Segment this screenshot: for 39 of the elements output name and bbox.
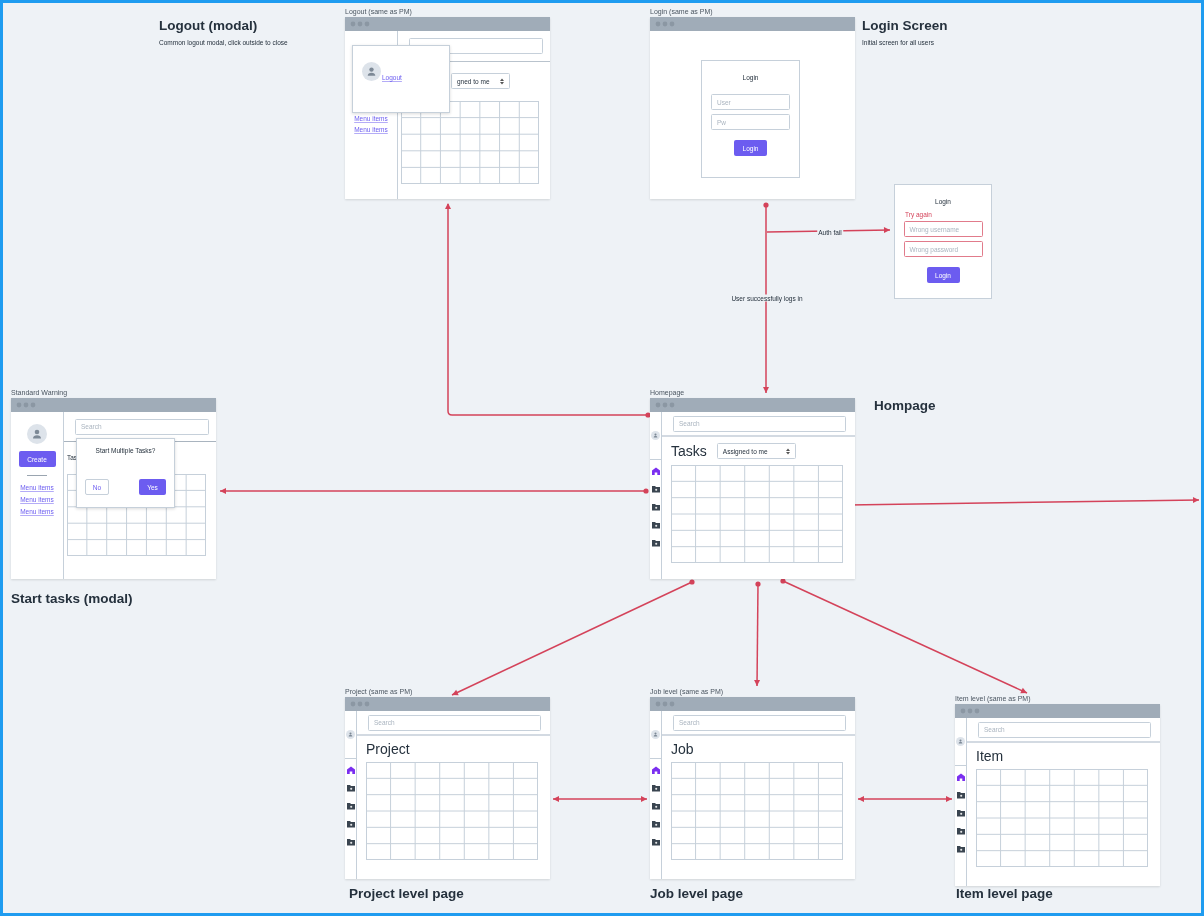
page-heading: Item [976,749,1004,763]
home-icon[interactable] [956,773,965,781]
home-icon[interactable] [651,467,660,475]
folder-icon[interactable] [956,845,965,853]
folder-icon[interactable] [956,809,965,817]
home-icon[interactable] [651,766,660,774]
folder-icon[interactable] [651,784,660,792]
folder-icon[interactable] [651,820,660,828]
avatar-icon [956,737,965,746]
screen-title: Logout (modal) [159,18,259,33]
avatar-icon [346,730,355,739]
folder-icon[interactable] [651,539,660,547]
screen-title: Project level page [349,886,464,901]
screen-title: Hompage [874,398,936,413]
updown-icon [500,77,504,85]
screen-title: Job level page [650,886,744,901]
screen-title: Login Screen [862,18,948,33]
folder-icon[interactable] [651,503,660,511]
folder-icon[interactable] [346,820,355,828]
avatar-icon [27,424,47,444]
folder-icon[interactable] [651,802,660,810]
updown-icon [785,447,790,455]
screen-title: Start tasks (modal) [11,591,133,606]
folder-icon[interactable] [651,521,660,529]
page-heading: Tasks [671,444,707,458]
folder-icon[interactable] [346,802,355,810]
folder-icon[interactable] [651,838,660,846]
avatar-icon [651,431,660,440]
folder-icon[interactable] [346,838,355,846]
page-heading: Job [671,742,694,756]
page-heading: Project [366,742,410,756]
avatar-icon [651,730,660,739]
folder-icon[interactable] [651,485,660,493]
folder-icon[interactable] [956,791,965,799]
folder-icon[interactable] [346,784,355,792]
screen-title: Item level page [956,886,1053,901]
home-icon[interactable] [346,766,355,774]
folder-icon[interactable] [956,827,965,835]
avatar-icon [362,62,381,81]
